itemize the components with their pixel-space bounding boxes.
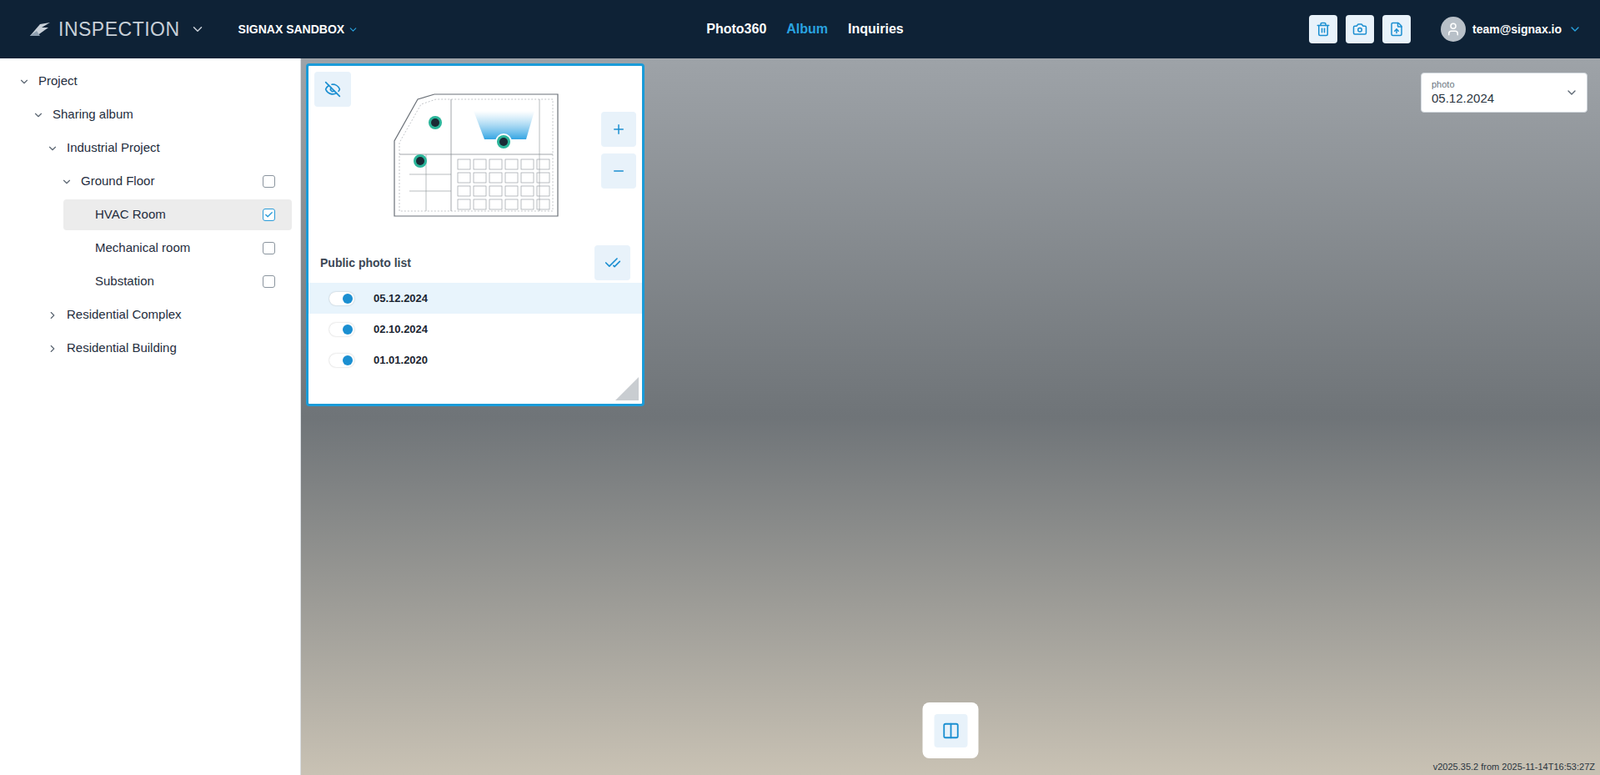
chevron-down-icon[interactable] bbox=[1564, 85, 1579, 100]
chevron-down-icon[interactable] bbox=[32, 109, 45, 121]
chevron-down-icon[interactable] bbox=[1568, 22, 1582, 36]
tree-item[interactable]: Project bbox=[6, 65, 292, 97]
check-icon bbox=[264, 210, 274, 220]
user-menu[interactable]: team@signax.io bbox=[1440, 16, 1582, 42]
zoom-out-button[interactable] bbox=[601, 153, 637, 189]
chevron-right-icon[interactable] bbox=[46, 309, 59, 322]
file-upload-icon bbox=[1389, 21, 1405, 37]
workspace-switcher[interactable]: SIGNAX SANDBOX bbox=[238, 20, 360, 39]
tree-item[interactable]: Industrial Project bbox=[35, 132, 292, 164]
minimap-panel: Public photo list 05.12.2024 02.10.2024 01.… bbox=[305, 63, 645, 407]
select-all-button[interactable] bbox=[594, 245, 631, 281]
top-bar: INSPECTION SIGNAX SANDBOX Photo360 Album Inq… bbox=[0, 0, 1600, 59]
tree-checkbox[interactable] bbox=[262, 208, 276, 221]
plus-icon bbox=[611, 121, 627, 137]
photo-list-row[interactable]: 02.10.2024 bbox=[308, 313, 643, 345]
version-label: v2025.35.2 from 2025-11-14T16:53:27Z bbox=[1433, 759, 1595, 774]
resize-grip-icon[interactable] bbox=[615, 376, 639, 401]
check-all-icon bbox=[604, 254, 622, 271]
photo-date: 05.12.2024 bbox=[373, 290, 428, 307]
minus-icon bbox=[611, 163, 627, 179]
project-tree: Project Sharing album Industrial Project Gr… bbox=[0, 58, 301, 775]
photo-date: 02.10.2024 bbox=[373, 321, 428, 338]
viewer: Public photo list 05.12.2024 02.10.2024 01.… bbox=[300, 58, 1600, 775]
tree-item-label: Mechanical room bbox=[95, 238, 263, 258]
tree-item-label: Sharing album bbox=[52, 105, 276, 125]
photo-list-row[interactable]: 05.12.2024 bbox=[308, 282, 643, 314]
chevron-down-icon[interactable] bbox=[46, 142, 59, 155]
tree-item[interactable]: Substation bbox=[63, 265, 292, 297]
tree-item-label: HVAC Room bbox=[95, 205, 263, 225]
photo-date-select[interactable]: photo05.12.2024 bbox=[1420, 72, 1588, 113]
tree-checkbox[interactable] bbox=[262, 241, 276, 255]
tree-checkbox[interactable] bbox=[262, 275, 276, 288]
tree-item-label: Industrial Project bbox=[66, 138, 276, 158]
nav-tabs: Photo360 Album Inquiries bbox=[706, 19, 903, 40]
photo-list-row[interactable]: 01.01.2020 bbox=[308, 344, 643, 376]
zoom-in-button[interactable] bbox=[601, 111, 637, 147]
chevron-down-icon[interactable] bbox=[347, 24, 359, 36]
tree-checkbox[interactable] bbox=[262, 175, 276, 188]
tree-item-label: Substation bbox=[95, 271, 263, 291]
photo-list: 05.12.2024 02.10.2024 01.01.2020 bbox=[308, 282, 643, 376]
tree-item[interactable]: Residential Building bbox=[35, 332, 292, 364]
floor-plan[interactable] bbox=[392, 90, 560, 218]
tree-item[interactable]: HVAC Room bbox=[63, 199, 292, 231]
photo-pin[interactable] bbox=[428, 115, 442, 130]
tree-item-label: Residential Building bbox=[66, 338, 276, 358]
tree-item-label: Residential Complex bbox=[66, 305, 276, 325]
tree-item-label: Ground Floor bbox=[80, 171, 263, 191]
nav-tab[interactable]: Album bbox=[786, 19, 828, 40]
photo-pin[interactable] bbox=[413, 154, 427, 168]
compare-button[interactable] bbox=[922, 702, 979, 758]
delete-button[interactable] bbox=[1309, 15, 1338, 44]
visibility-toggle[interactable] bbox=[329, 322, 355, 337]
camera-button[interactable] bbox=[1345, 15, 1375, 44]
app-switcher[interactable]: INSPECTION bbox=[28, 15, 206, 45]
nav-tab[interactable]: Inquiries bbox=[847, 19, 904, 40]
tree-item-label: Project bbox=[38, 71, 276, 91]
tree-item[interactable]: Residential Complex bbox=[35, 299, 292, 331]
camera-icon bbox=[1352, 21, 1368, 37]
photo-date: 01.01.2020 bbox=[373, 351, 428, 369]
tree-item[interactable]: Mechanical room bbox=[63, 232, 292, 264]
chevron-down-icon[interactable] bbox=[190, 21, 206, 37]
chevron-right-icon[interactable] bbox=[46, 342, 59, 355]
eye-off-icon bbox=[324, 80, 342, 98]
split-view-icon bbox=[941, 721, 960, 740]
upload-button[interactable] bbox=[1382, 15, 1411, 44]
tree-item[interactable]: Sharing album bbox=[20, 99, 292, 131]
chevron-down-icon[interactable] bbox=[60, 175, 73, 188]
hide-map-button[interactable] bbox=[314, 71, 352, 107]
photo-pin-active[interactable] bbox=[495, 133, 512, 151]
logo-icon bbox=[28, 20, 52, 38]
tree-item[interactable]: Ground Floor bbox=[49, 165, 292, 197]
nav-tab[interactable]: Photo360 bbox=[706, 19, 767, 40]
chevron-down-icon[interactable] bbox=[18, 75, 31, 88]
visibility-toggle[interactable] bbox=[329, 291, 355, 306]
photo-list-title: Public photo list bbox=[320, 254, 412, 272]
user-icon bbox=[1445, 21, 1461, 37]
trash-icon bbox=[1315, 21, 1331, 37]
visibility-toggle[interactable] bbox=[329, 353, 355, 367]
app: INSPECTION SIGNAX SANDBOX Photo360 Album Inq… bbox=[0, 0, 1600, 775]
